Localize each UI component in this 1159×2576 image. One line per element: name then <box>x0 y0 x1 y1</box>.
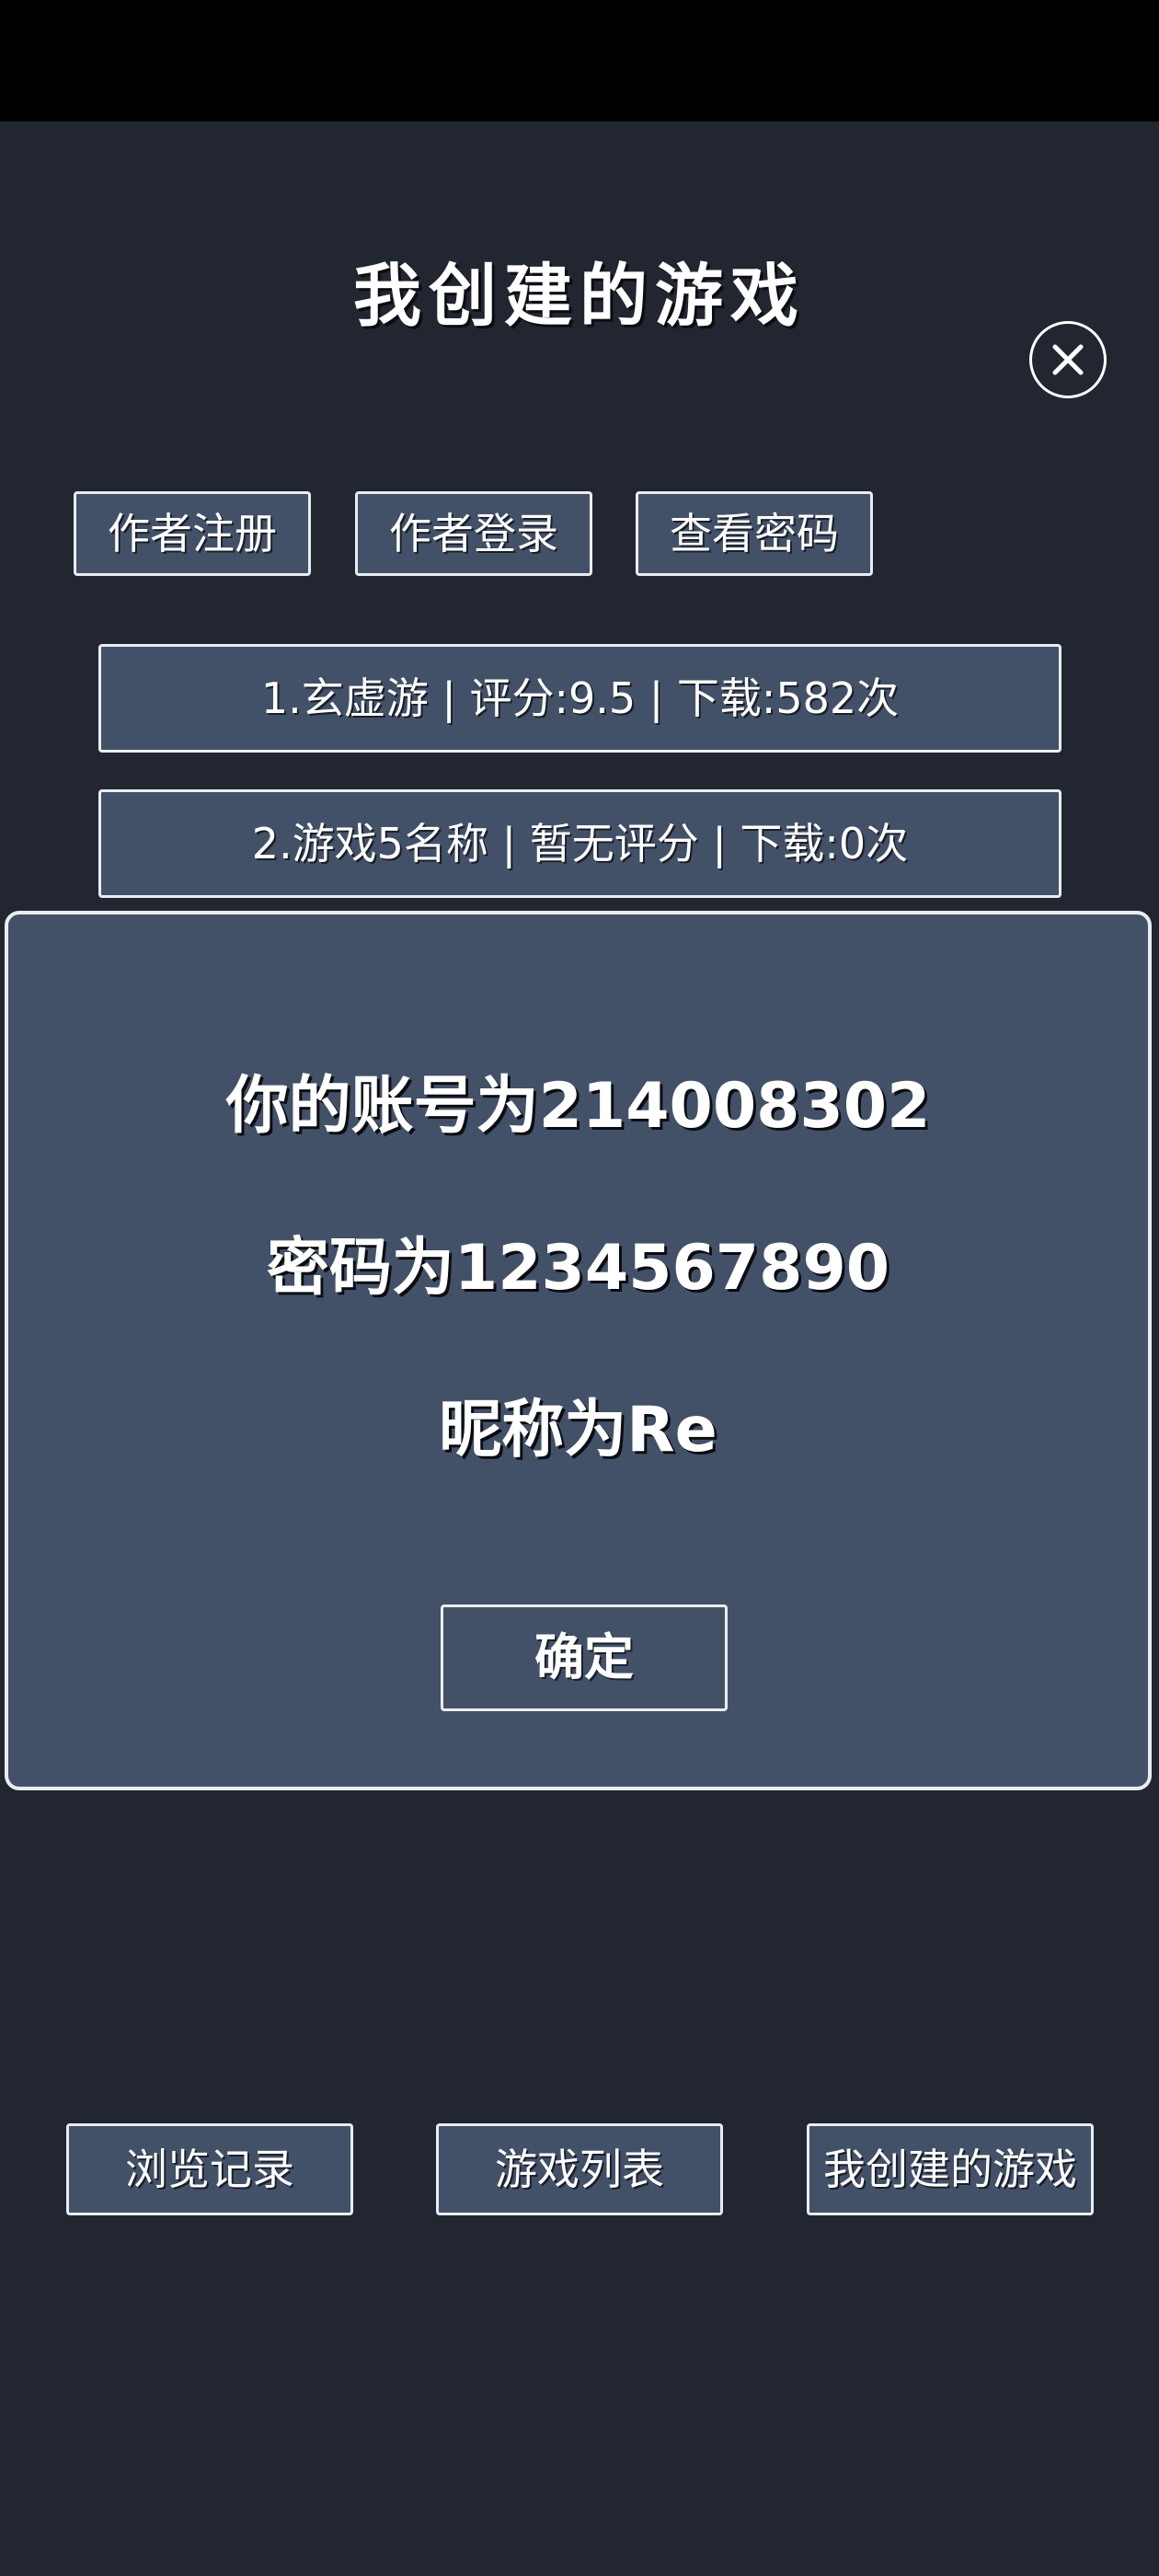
author-register-button[interactable]: 作者注册 <box>74 491 311 576</box>
password-text: 密码为1234567890 <box>266 1232 890 1305</box>
history-nav-button[interactable]: 浏览记录 <box>66 2123 353 2215</box>
nickname-text: 昵称为Re <box>439 1394 717 1466</box>
my-games-nav-button[interactable]: 我创建的游戏 <box>807 2123 1094 2215</box>
author-login-button[interactable]: 作者登录 <box>355 491 592 576</box>
game-list-nav-button[interactable]: 游戏列表 <box>436 2123 723 2215</box>
confirm-button[interactable]: 确定 <box>441 1604 728 1711</box>
account-number-text: 你的账号为214008302 <box>225 1070 931 1143</box>
game-list-item[interactable]: 2.游戏5名称 | 暂无评分 | 下载:0次 <box>98 789 1061 898</box>
account-info-dialog: 你的账号为214008302 密码为1234567890 昵称为Re 确定 <box>5 911 1152 1790</box>
game-list-item[interactable]: 1.玄虚游 | 评分:9.5 | 下载:582次 <box>98 644 1061 753</box>
close-button[interactable] <box>1029 321 1107 398</box>
status-bar <box>0 0 1159 121</box>
page-title: 我创建的游戏 <box>353 257 806 336</box>
close-icon <box>1052 344 1084 375</box>
view-password-button[interactable]: 查看密码 <box>636 491 873 576</box>
